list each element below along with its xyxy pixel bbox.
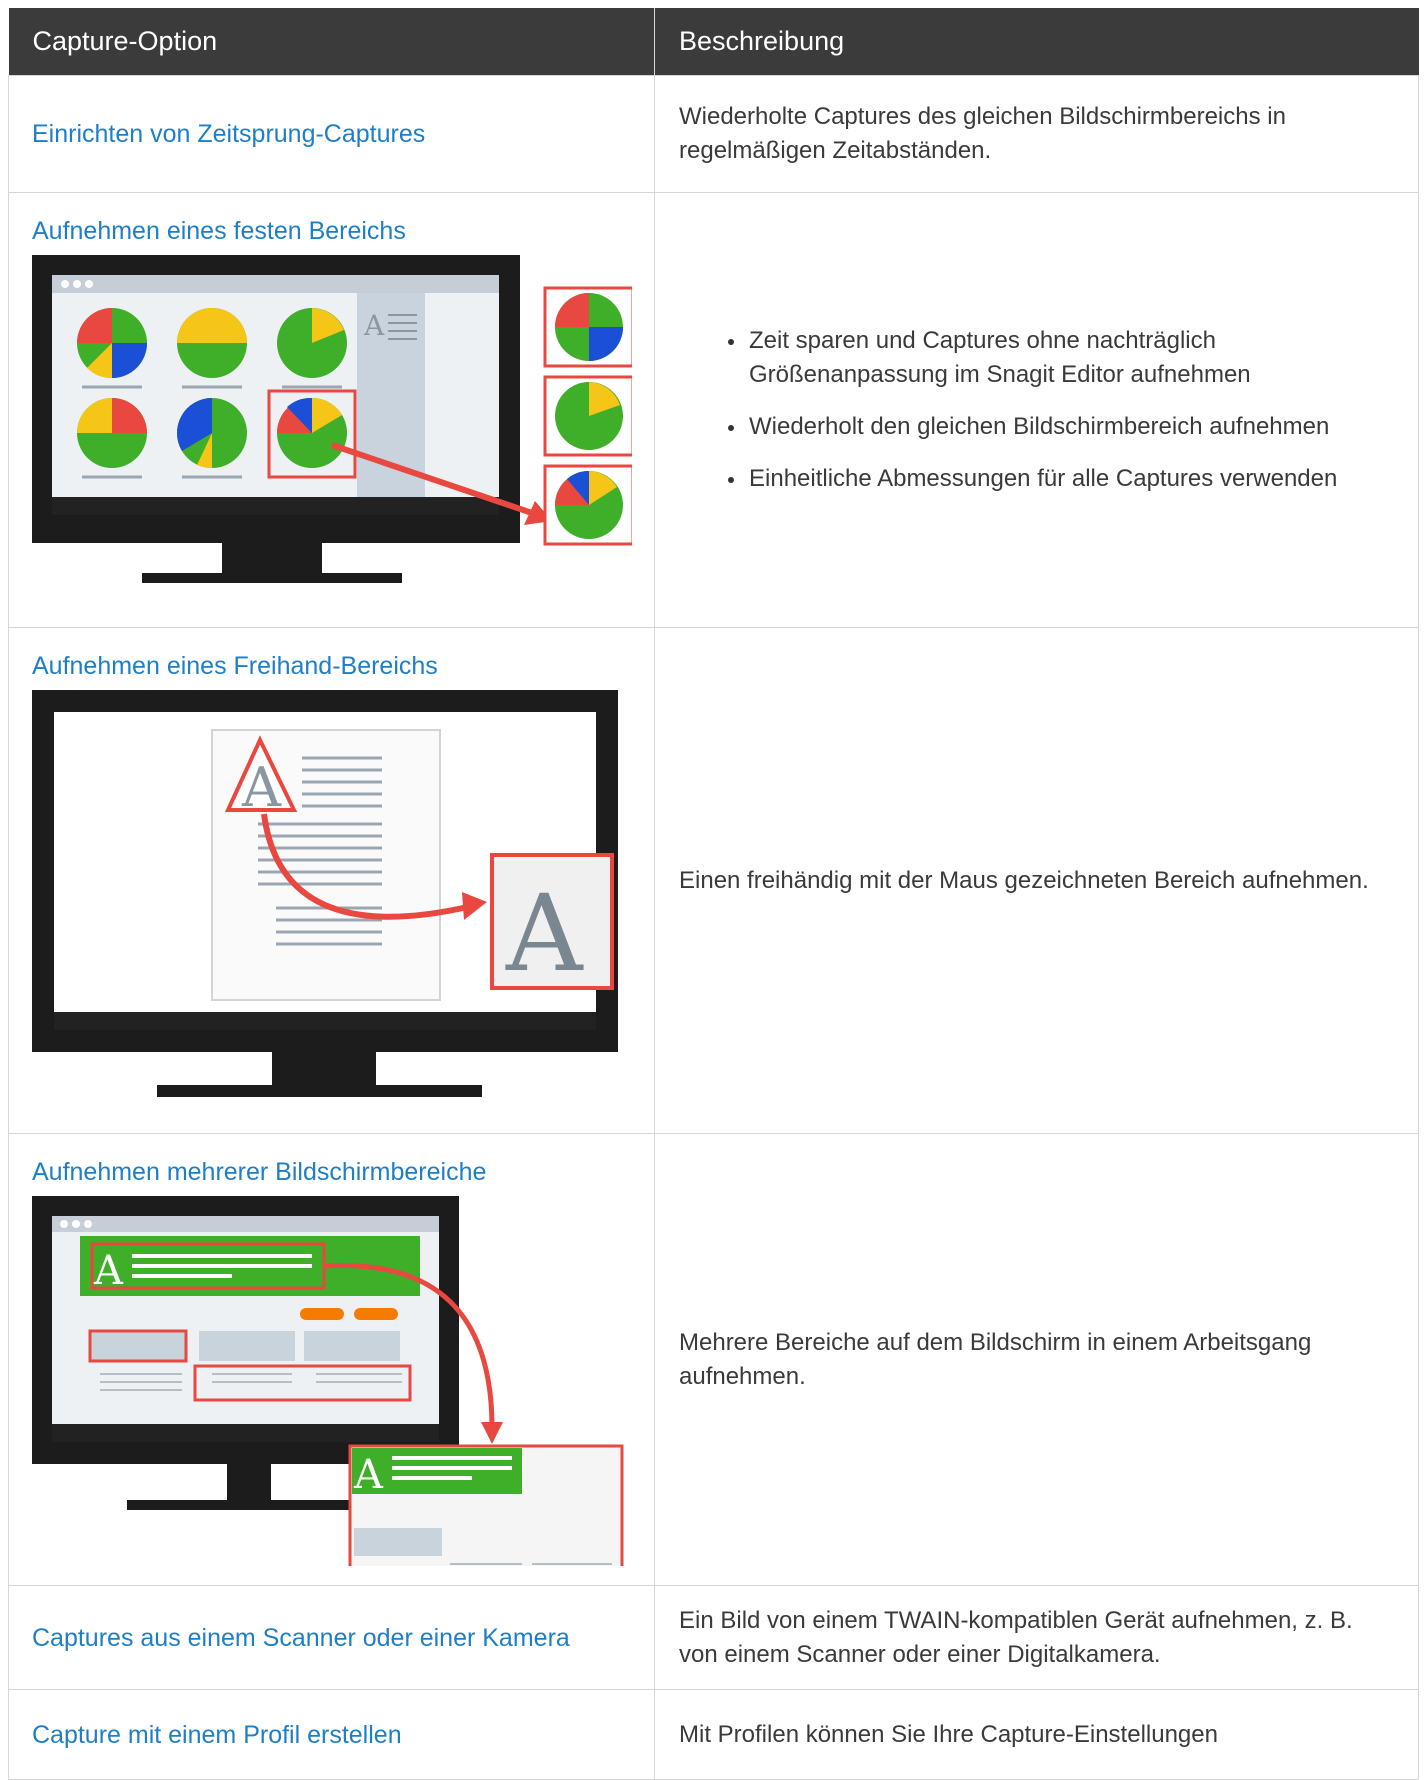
freehand-region-illustration: A A xyxy=(32,690,618,1097)
table-row: Aufnehmen eines festen Bereichs A Zeit s… xyxy=(8,192,1419,628)
header-capture-option: Capture-Option xyxy=(8,8,655,76)
list-item: Zeit sparen und Captures ohne nachträgli… xyxy=(728,324,1394,392)
letter-a-icon: A xyxy=(241,756,282,819)
option-cell: Aufnehmen eines festen Bereichs A xyxy=(8,192,655,628)
header-description: Beschreibung xyxy=(654,8,1419,76)
table-header-row: Capture-Option Beschreibung xyxy=(8,8,1419,76)
timelapse-capture-link[interactable]: Einrichten von Zeitsprung-Captures xyxy=(32,120,425,148)
option-cell: Aufnehmen mehrerer Bildschirmbereiche A xyxy=(8,1133,655,1586)
description-cell: Einen freihändig mit der Maus gezeichnet… xyxy=(654,627,1419,1134)
profile-capture-link[interactable]: Capture mit einem Profil erstellen xyxy=(32,1721,402,1749)
description-cell: Zeit sparen und Captures ohne nachträgli… xyxy=(654,192,1419,628)
letter-a-icon: A xyxy=(353,1452,384,1498)
table-row: Aufnehmen eines Freihand-Bereichs A A Ei… xyxy=(8,627,1419,1134)
option-cell: Captures aus einem Scanner oder einer Ka… xyxy=(8,1585,655,1690)
scanner-camera-link[interactable]: Captures aus einem Scanner oder einer Ka… xyxy=(32,1624,570,1652)
list-item: Wiederholt den gleichen Bildschirmbereic… xyxy=(728,410,1394,444)
description-cell: Mit Profilen können Sie Ihre Capture-Ein… xyxy=(654,1689,1419,1780)
description-cell: Ein Bild von einem TWAIN-kompatiblen Ger… xyxy=(654,1585,1419,1690)
letter-a-icon: A xyxy=(93,1248,124,1294)
list-item: Einheitliche Abmessungen für alle Captur… xyxy=(728,462,1394,496)
description-cell: Wiederholte Captures des gleichen Bildsc… xyxy=(654,75,1419,193)
table-row: Captures aus einem Scanner oder einer Ka… xyxy=(8,1585,1419,1690)
feature-list: Zeit sparen und Captures ohne nachträgli… xyxy=(679,324,1394,496)
letter-a-icon: A xyxy=(505,872,584,995)
description-cell: Mehrere Bereiche auf dem Bildschirm in e… xyxy=(654,1133,1419,1586)
option-cell: Einrichten von Zeitsprung-Captures xyxy=(8,75,655,193)
fixed-region-link[interactable]: Aufnehmen eines festen Bereichs xyxy=(32,217,406,245)
table-row: Capture mit einem Profil erstellen Mit P… xyxy=(8,1689,1419,1780)
table-row: Einrichten von Zeitsprung-Captures Wiede… xyxy=(8,75,1419,193)
fixed-region-illustration: A xyxy=(32,255,632,583)
table-row: Aufnehmen mehrerer Bildschirmbereiche A xyxy=(8,1133,1419,1586)
capture-options-table: Capture-Option Beschreibung Einrichten v… xyxy=(8,8,1419,1780)
letter-a-icon: A xyxy=(363,309,385,342)
option-cell: Capture mit einem Profil erstellen xyxy=(8,1689,655,1780)
multiple-regions-illustration: A A xyxy=(32,1196,624,1566)
multiple-regions-link[interactable]: Aufnehmen mehrerer Bildschirmbereiche xyxy=(32,1158,486,1186)
option-cell: Aufnehmen eines Freihand-Bereichs A A xyxy=(8,627,655,1134)
freehand-region-link[interactable]: Aufnehmen eines Freihand-Bereichs xyxy=(32,652,438,680)
